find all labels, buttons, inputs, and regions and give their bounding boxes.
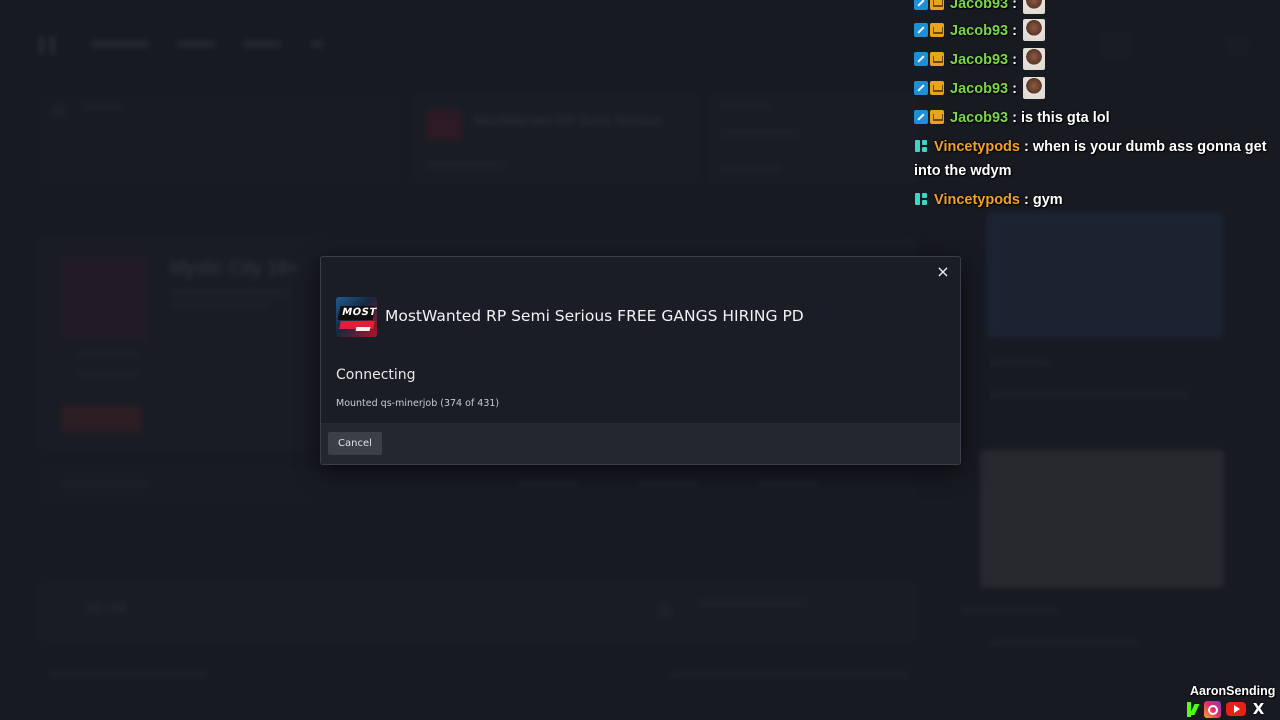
chat-separator: : bbox=[1012, 0, 1017, 12]
chat-separator: : bbox=[1024, 192, 1029, 208]
connection-status-detail: Mounted qs-minerjob (374 of 431) bbox=[336, 398, 500, 409]
teal-badge-icon bbox=[914, 139, 928, 153]
chat-separator: : bbox=[1024, 139, 1029, 155]
chat-username: Vincetypods bbox=[934, 192, 1020, 208]
chat-message: Jacob93 : bbox=[914, 0, 1276, 16]
chat-message: Jacob93 : is this gta lol bbox=[914, 106, 1276, 130]
face-emote-icon bbox=[1022, 77, 1045, 99]
connection-status-title: Connecting bbox=[336, 367, 416, 383]
chat-message: Jacob93 : bbox=[914, 48, 1276, 72]
chat-username: Jacob93 bbox=[950, 110, 1009, 126]
blue-badge-icon bbox=[914, 110, 928, 124]
chat-separator: : bbox=[1012, 23, 1017, 39]
chat-message: Vincetypods : gym bbox=[914, 188, 1276, 212]
chat-message: Jacob93 : bbox=[914, 77, 1276, 101]
blue-badge-icon bbox=[914, 52, 928, 66]
chat-message: Vincetypods : when is your dumb ass gonn… bbox=[914, 135, 1276, 183]
face-emote-icon bbox=[1022, 19, 1045, 41]
face-emote-icon bbox=[1022, 48, 1045, 70]
face-emote-icon bbox=[1022, 0, 1045, 14]
chat-separator: : bbox=[1012, 52, 1017, 68]
gold-crown-icon bbox=[930, 0, 944, 10]
gold-crown-icon bbox=[930, 81, 944, 95]
dialog-footer: Cancel bbox=[321, 423, 960, 464]
chat-username: Jacob93 bbox=[950, 81, 1009, 97]
connecting-dialog: × MOST MostWanted RP Semi Serious FREE G… bbox=[320, 256, 961, 465]
blue-badge-icon bbox=[914, 23, 928, 37]
streamer-name: AaronSending bbox=[1190, 684, 1276, 698]
instagram-icon bbox=[1204, 701, 1221, 718]
gold-crown-icon bbox=[930, 23, 944, 37]
cancel-button[interactable]: Cancel bbox=[328, 432, 382, 455]
kick-icon bbox=[1185, 701, 1202, 718]
youtube-icon bbox=[1226, 702, 1246, 716]
chat-text: is this gta lol bbox=[1020, 110, 1110, 126]
chat-text: gym bbox=[1032, 192, 1063, 208]
chat-username: Jacob93 bbox=[950, 52, 1009, 68]
chat-username: Jacob93 bbox=[950, 0, 1009, 12]
gold-crown-icon bbox=[930, 52, 944, 66]
close-icon[interactable]: × bbox=[934, 263, 952, 281]
chat-username: Vincetypods bbox=[934, 139, 1020, 155]
chat-message: Jacob93 : bbox=[914, 19, 1276, 43]
blue-badge-icon bbox=[914, 0, 928, 10]
gold-crown-icon bbox=[930, 110, 944, 124]
streamer-branding: AaronSending X bbox=[1184, 684, 1278, 720]
x-icon: X bbox=[1252, 700, 1265, 718]
server-logo-icon: MOST bbox=[336, 297, 377, 337]
blue-badge-icon bbox=[914, 81, 928, 95]
teal-badge-icon bbox=[914, 192, 928, 206]
chat-separator: : bbox=[1012, 81, 1017, 97]
server-name: MostWanted RP Semi Serious FREE GANGS HI… bbox=[385, 307, 804, 325]
chat-username: Jacob93 bbox=[950, 23, 1009, 39]
chat-separator: : bbox=[1012, 110, 1017, 126]
